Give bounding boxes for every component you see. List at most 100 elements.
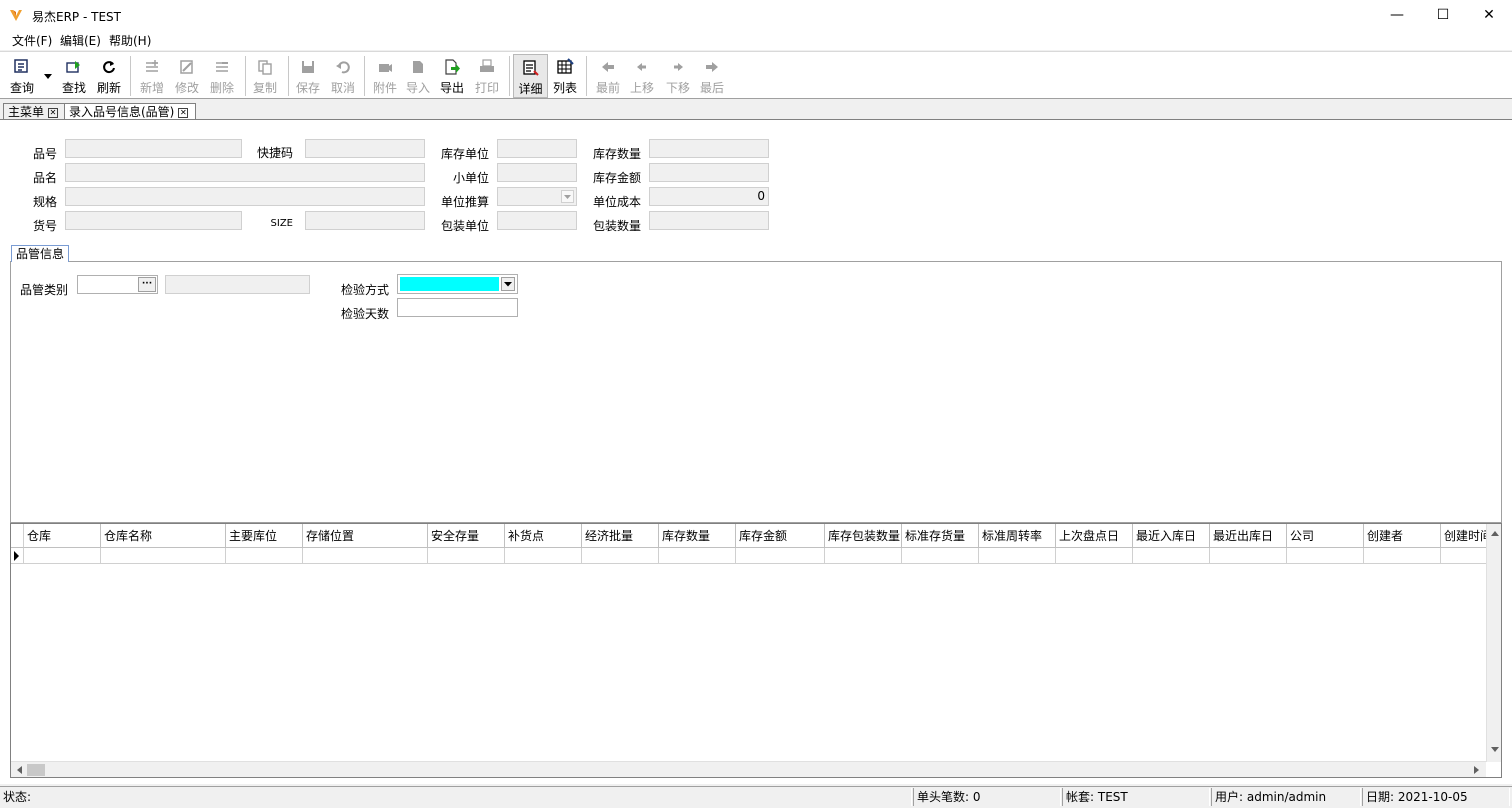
table-cell[interactable] [1287, 548, 1364, 564]
column-header[interactable]: 上次盘点日 [1056, 524, 1133, 548]
previous-record-button[interactable]: 上移 [626, 54, 658, 98]
spec-field[interactable] [65, 187, 425, 206]
current-row-icon [14, 551, 19, 561]
size-field[interactable] [305, 211, 425, 230]
vertical-scrollbar[interactable] [1486, 524, 1501, 762]
table-cell[interactable] [24, 548, 101, 564]
table-cell[interactable] [1133, 548, 1210, 564]
inspect-method-label: 检验方式 [341, 283, 390, 297]
small-unit-field[interactable] [497, 163, 577, 182]
scroll-down-icon[interactable] [1490, 746, 1500, 754]
pack-unit-field[interactable] [497, 211, 577, 230]
pack-qty-label: 包装数量 [592, 219, 641, 233]
qc-category-field[interactable]: ··· [77, 275, 158, 294]
cancel-button[interactable]: 取消 [327, 54, 359, 98]
attachment-button[interactable]: 附件 [369, 54, 401, 98]
item-no-label: 品号 [32, 147, 57, 161]
column-header[interactable]: 标准周转率 [979, 524, 1056, 548]
table-cell[interactable] [1364, 548, 1441, 564]
table-cell[interactable] [659, 548, 736, 564]
column-header[interactable]: 存储位置 [303, 524, 428, 548]
export-button[interactable]: 导出 [436, 54, 468, 98]
stock-amount-field[interactable] [649, 163, 769, 182]
import-button[interactable]: 导入 [402, 54, 434, 98]
toolbar-separator [245, 56, 246, 96]
inspect-method-select[interactable] [397, 274, 518, 294]
table-cell[interactable] [303, 548, 428, 564]
unit-calc-select[interactable] [497, 187, 577, 206]
scroll-up-icon[interactable] [1490, 529, 1500, 537]
shortcut-field[interactable] [305, 139, 425, 158]
scroll-right-icon[interactable] [1473, 765, 1481, 775]
chevron-down-icon[interactable] [501, 277, 515, 291]
menu-file[interactable]: 文件(F) [12, 32, 52, 49]
column-header[interactable]: 标准存货量 [902, 524, 979, 548]
query-button[interactable]: 查询 [6, 54, 38, 98]
tab-main-menu[interactable]: 主菜单 ✕ [3, 103, 65, 120]
add-button[interactable]: 新增 [136, 54, 168, 98]
edit-button[interactable]: 修改 [171, 54, 203, 98]
query-dropdown-arrow-icon[interactable] [43, 70, 53, 80]
menu-help[interactable]: 帮助(H) [109, 32, 151, 49]
print-button[interactable]: 打印 [471, 54, 503, 98]
delete-button[interactable]: 删除 [206, 54, 238, 98]
item-name-field[interactable] [65, 163, 425, 182]
qc-info-panel [10, 261, 1502, 523]
column-header[interactable]: 最近出库日 [1210, 524, 1287, 548]
column-header[interactable]: 经济批量 [582, 524, 659, 548]
table-cell[interactable] [582, 548, 659, 564]
list-button[interactable]: 列表 [549, 54, 581, 98]
maximize-button[interactable]: ☐ [1420, 0, 1466, 30]
close-icon[interactable]: ✕ [48, 108, 59, 118]
column-header[interactable]: 公司 [1287, 524, 1364, 548]
find-button[interactable]: 查找 [58, 54, 90, 98]
chevron-down-icon [561, 190, 574, 203]
pack-qty-field[interactable] [649, 211, 769, 230]
column-header[interactable]: 库存数量 [659, 524, 736, 548]
save-button[interactable]: 保存 [292, 54, 324, 98]
goods-no-field[interactable] [65, 211, 242, 230]
table-cell[interactable] [825, 548, 902, 564]
table-cell[interactable] [226, 548, 303, 564]
column-header[interactable]: 主要库位 [226, 524, 303, 548]
table-cell[interactable] [979, 548, 1056, 564]
column-header[interactable]: 补货点 [505, 524, 582, 548]
minimize-button[interactable]: — [1374, 0, 1420, 30]
menu-edit[interactable]: 编辑(E) [60, 32, 101, 49]
horizontal-scrollbar[interactable] [11, 761, 1486, 777]
column-header[interactable]: 最近入库日 [1133, 524, 1210, 548]
detail-button[interactable]: 详细 [513, 54, 548, 98]
table-cell[interactable] [505, 548, 582, 564]
unit-cost-field[interactable]: 0 [649, 187, 769, 206]
stock-unit-field[interactable] [497, 139, 577, 158]
tab-item-entry-qc[interactable]: 录入品号信息(品管) ✕ [64, 103, 196, 120]
column-header[interactable]: 安全存量 [428, 524, 505, 548]
scroll-left-icon[interactable] [15, 765, 23, 775]
next-record-button[interactable]: 下移 [662, 54, 694, 98]
inspect-days-field[interactable] [397, 298, 518, 317]
table-cell[interactable] [1210, 548, 1287, 564]
column-header[interactable]: 创建者 [1364, 524, 1441, 548]
close-icon[interactable]: ✕ [178, 108, 189, 118]
first-record-button[interactable]: 最前 [592, 54, 624, 98]
item-no-field[interactable] [65, 139, 242, 158]
tab-qc-info[interactable]: 品管信息 [11, 245, 70, 262]
table-cell[interactable] [428, 548, 505, 564]
table-cell[interactable] [1056, 548, 1133, 564]
close-window-button[interactable]: ✕ [1466, 0, 1512, 30]
column-header[interactable]: 库存包装数量 [825, 524, 902, 548]
last-record-button[interactable]: 最后 [696, 54, 728, 98]
column-header[interactable]: 仓库 [24, 524, 101, 548]
table-cell[interactable] [902, 548, 979, 564]
refresh-button[interactable]: 刷新 [93, 54, 125, 98]
print-icon [478, 58, 496, 76]
column-header[interactable]: 仓库名称 [101, 524, 226, 548]
column-header[interactable]: 库存金额 [736, 524, 825, 548]
table-cell[interactable] [101, 548, 226, 564]
stock-qty-field[interactable] [649, 139, 769, 158]
row-indicator[interactable] [11, 548, 24, 564]
table-cell[interactable] [736, 548, 825, 564]
copy-button[interactable]: 复制 [249, 54, 281, 98]
horizontal-scroll-thumb[interactable] [27, 764, 45, 776]
lookup-button[interactable]: ··· [138, 277, 156, 292]
